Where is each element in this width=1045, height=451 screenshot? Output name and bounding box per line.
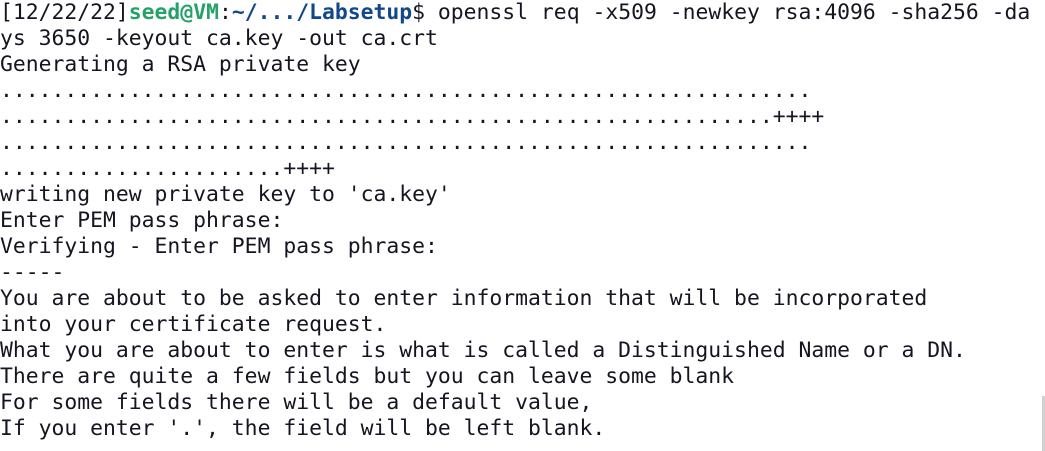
command-text: openssl req -x509 -newkey rsa:4096 -sha2… — [437, 0, 1031, 25]
prompt-user-host: seed@VM — [128, 0, 219, 25]
terminal-window[interactable]: [12/22/22]seed@VM:~/.../Labsetup$ openss… — [0, 0, 1045, 451]
output-line: ......................++++ — [0, 156, 335, 181]
output-line: What you are about to enter is what is c… — [0, 338, 966, 363]
prompt-path: ~/.../Labsetup — [231, 0, 413, 25]
output-line: Enter PEM pass phrase: — [0, 208, 284, 233]
output-line: into your certificate request. — [0, 312, 387, 337]
output-line: You are about to be asked to enter infor… — [0, 286, 928, 311]
output-line: Verifying - Enter PEM pass phrase: — [0, 234, 438, 259]
command-line-1: [12/22/22]seed@VM:~/.../Labsetup$ openss… — [0, 0, 1045, 26]
prompt-date: [12/22/22] — [0, 0, 129, 25]
output-line: Generating a RSA private key — [0, 52, 361, 77]
output-line: ........................................… — [0, 130, 812, 155]
output-line: For some fields there will be a default … — [0, 390, 593, 415]
output-line: writing new private key to 'ca.key' — [0, 182, 451, 207]
prompt-colon: : — [218, 0, 232, 25]
output-line: ----- — [0, 260, 65, 285]
prompt-dollar: $ — [412, 0, 438, 25]
output-line: ........................................… — [0, 78, 812, 103]
command-line-2: ys 3650 -keyout ca.key -out ca.crt — [0, 26, 438, 51]
output-line: If you enter '.', the field will be left… — [0, 416, 606, 441]
output-line: ........................................… — [0, 104, 825, 129]
output-line: There are quite a few fields but you can… — [0, 364, 735, 389]
